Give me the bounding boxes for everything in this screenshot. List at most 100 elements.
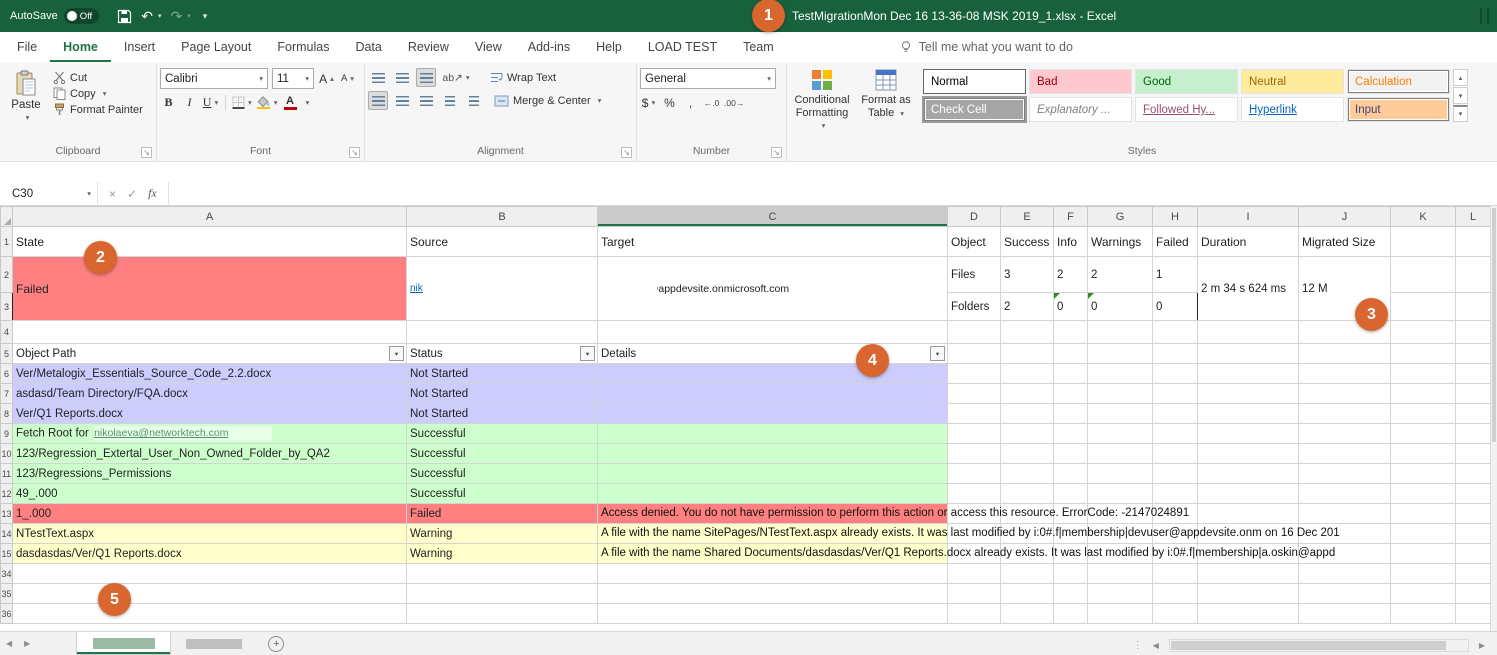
clipboard-dialog-launcher[interactable]: ↘: [141, 147, 152, 158]
sheet-tab-1[interactable]: [76, 632, 171, 655]
format-painter-button[interactable]: Format Painter: [53, 103, 143, 116]
fill-color-button[interactable]: ▾: [256, 93, 278, 112]
cell-object-path[interactable]: Ver/Q1 Reports.docx: [13, 404, 407, 424]
ribbon-tab-insert[interactable]: Insert: [111, 32, 168, 62]
cell-details[interactable]: [598, 424, 948, 444]
cell-empty[interactable]: [1153, 424, 1198, 444]
borders-dropdown-icon[interactable]: ▾: [248, 98, 252, 107]
cell-empty[interactable]: [1299, 564, 1391, 584]
hscroll-right-button[interactable]: ▶: [1473, 641, 1491, 650]
font-size-select[interactable]: 11▾: [272, 68, 314, 89]
row-header-1[interactable]: 1: [1, 227, 13, 257]
cell-empty[interactable]: [1153, 364, 1198, 384]
cell-status[interactable]: Warning: [407, 524, 598, 544]
style-chip-neutral[interactable]: Neutral: [1241, 69, 1344, 94]
cell-empty[interactable]: [948, 564, 1001, 584]
col-header-c[interactable]: C: [598, 207, 948, 227]
merge-dropdown-icon[interactable]: ▾: [598, 96, 602, 105]
cell-state-value[interactable]: Failed: [13, 257, 407, 321]
cell-files-failed[interactable]: 1: [1153, 257, 1198, 293]
cell-empty[interactable]: [1054, 404, 1088, 424]
cell-files-success[interactable]: 3: [1001, 257, 1054, 293]
cell-empty[interactable]: [1054, 384, 1088, 404]
row-header-5[interactable]: 5: [1, 344, 13, 364]
cell-details[interactable]: [598, 484, 948, 504]
cell-empty[interactable]: [1299, 484, 1391, 504]
cell-empty[interactable]: [1391, 504, 1456, 524]
cell-empty[interactable]: [1391, 321, 1456, 344]
cell-status[interactable]: Failed: [407, 504, 598, 524]
select-all-button[interactable]: [1, 207, 13, 227]
cell-files-info[interactable]: 2: [1054, 257, 1088, 293]
style-chip-hyperlink[interactable]: Hyperlink: [1241, 97, 1344, 122]
cell-empty[interactable]: [1088, 384, 1153, 404]
cell-empty[interactable]: [1153, 484, 1198, 504]
comma-style-button[interactable]: ,: [682, 93, 699, 112]
cell-empty[interactable]: [13, 321, 407, 344]
cell-empty[interactable]: [1001, 464, 1054, 484]
cell-details[interactable]: [598, 404, 948, 424]
cell-empty[interactable]: [1198, 384, 1299, 404]
font-name-dropdown-icon[interactable]: ▾: [259, 74, 263, 83]
cell-empty[interactable]: [1456, 504, 1491, 524]
cell-empty[interactable]: [1088, 464, 1153, 484]
cell-empty[interactable]: [1153, 404, 1198, 424]
ribbon-tab-team[interactable]: Team: [730, 32, 787, 62]
cell-details[interactable]: [598, 364, 948, 384]
cell-empty[interactable]: [407, 564, 598, 584]
cell-status-filter-header[interactable]: Status▾: [407, 344, 598, 364]
cell-object-path[interactable]: NTestText.aspx: [13, 524, 407, 544]
cell-empty[interactable]: [1391, 524, 1456, 544]
cell-empty[interactable]: [948, 404, 1001, 424]
cell-duration-header[interactable]: Duration: [1198, 227, 1299, 257]
cell-empty[interactable]: [1153, 444, 1198, 464]
copy-button[interactable]: Copy▾: [53, 87, 143, 100]
cell-empty[interactable]: [1088, 604, 1153, 624]
cell-empty[interactable]: [1001, 384, 1054, 404]
cell-empty[interactable]: [1153, 321, 1198, 344]
font-size-dropdown-icon[interactable]: ▾: [305, 74, 309, 83]
cell-empty[interactable]: [1054, 321, 1088, 344]
cell-empty[interactable]: [1456, 404, 1491, 424]
ribbon-tab-formulas[interactable]: Formulas: [264, 32, 342, 62]
cell-empty[interactable]: [1054, 464, 1088, 484]
col-header-d[interactable]: D: [948, 207, 1001, 227]
cell-empty[interactable]: [1198, 464, 1299, 484]
filter-button[interactable]: ▾: [580, 346, 595, 361]
cell-empty[interactable]: [1391, 344, 1456, 364]
cell-empty[interactable]: [1299, 404, 1391, 424]
cell-details[interactable]: [598, 464, 948, 484]
cell-failed-header[interactable]: Failed: [1153, 227, 1198, 257]
cell-files-label[interactable]: Files: [948, 257, 1001, 293]
cell-empty[interactable]: [1088, 444, 1153, 464]
style-chip-bad[interactable]: Bad: [1029, 69, 1132, 94]
cell-source-header[interactable]: Source: [407, 227, 598, 257]
cell-empty[interactable]: [1391, 464, 1456, 484]
cell-details[interactable]: Access denied. You do not have permissio…: [598, 504, 948, 524]
col-header-l[interactable]: L: [1456, 207, 1491, 227]
copy-dropdown-icon[interactable]: ▾: [103, 89, 107, 98]
conditional-formatting-button[interactable]: Conditional Formatting ▾: [790, 65, 854, 144]
cell-empty[interactable]: [1391, 544, 1456, 564]
row-header-12[interactable]: 12: [1, 484, 13, 504]
redo-dropdown-icon[interactable]: ▾: [187, 13, 191, 20]
increase-font-button[interactable]: A▴: [318, 69, 335, 88]
style-chip-calculation[interactable]: Calculation: [1347, 69, 1450, 94]
cancel-button[interactable]: ×: [109, 187, 116, 201]
cell-empty[interactable]: [1198, 484, 1299, 504]
customize-qat-button[interactable]: ▾: [200, 12, 208, 21]
bold-button[interactable]: B: [160, 93, 177, 112]
row-header-6[interactable]: 6: [1, 364, 13, 384]
col-header-i[interactable]: I: [1198, 207, 1299, 227]
increase-decimal-button[interactable]: ←.0: [703, 93, 720, 112]
orientation-button[interactable]: ab↗▾: [440, 68, 472, 87]
cell-object-path[interactable]: 49_.000: [13, 484, 407, 504]
cell-empty[interactable]: [948, 344, 1001, 364]
row-header-34[interactable]: 34: [1, 564, 13, 584]
style-chip-check-cell[interactable]: Check Cell: [923, 97, 1026, 122]
cell-state-header[interactable]: State: [13, 227, 407, 257]
cell-empty[interactable]: [1456, 321, 1491, 344]
formula-input[interactable]: [169, 182, 1497, 205]
font-dialog-launcher[interactable]: ↘: [349, 147, 360, 158]
increase-indent-button[interactable]: [464, 91, 484, 110]
